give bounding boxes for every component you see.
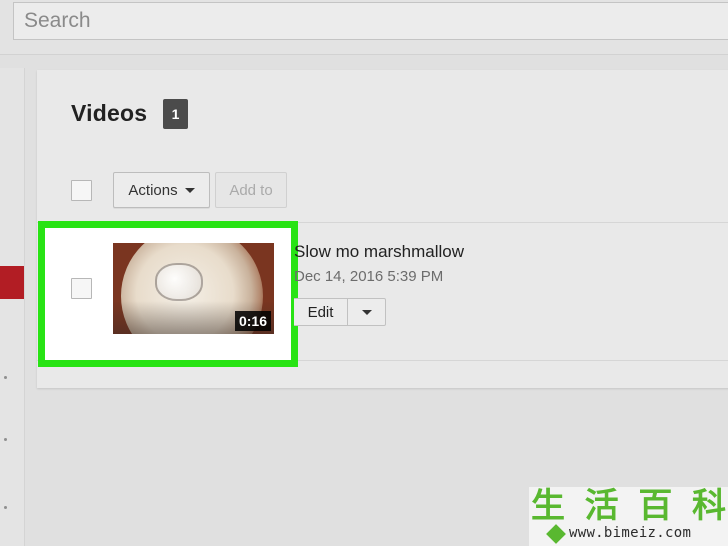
edit-label: Edit: [307, 303, 334, 321]
video-duration: 0:16: [234, 311, 271, 331]
edit-dropdown-button[interactable]: [348, 299, 385, 325]
edit-button[interactable]: Edit: [294, 299, 348, 325]
search-input[interactable]: [13, 2, 728, 40]
watermark-char: 活: [584, 486, 619, 526]
video-title[interactable]: Slow mo marshmallow: [294, 242, 464, 262]
edit-button-group: Edit: [294, 298, 386, 326]
caret-down-icon: [361, 309, 372, 315]
watermark-logo: 生 活 百 科: [531, 487, 726, 525]
watermark-char: 生: [531, 486, 565, 526]
sidebar: [0, 68, 25, 546]
video-checkbox[interactable]: [71, 278, 92, 299]
sidebar-item-marker[interactable]: [4, 506, 7, 509]
actions-label: Actions: [128, 181, 178, 199]
sidebar-item-active[interactable]: [0, 266, 24, 299]
sidebar-item-marker[interactable]: [4, 438, 7, 441]
watermark-diamond-icon: [546, 524, 566, 544]
thumbnail-detail: [155, 263, 203, 301]
watermark-char: 科: [691, 486, 726, 526]
actions-button[interactable]: Actions: [113, 172, 210, 208]
caret-down-icon: [184, 187, 195, 193]
page-title: Videos: [71, 100, 148, 126]
watermark-char: 百: [638, 486, 673, 526]
top-bar: [0, 0, 728, 55]
add-to-button[interactable]: Add to: [215, 172, 287, 208]
watermark: 生 活 百 科 www.bimeiz.com: [529, 487, 728, 546]
video-count-badge: 1: [163, 99, 188, 129]
video-date: Dec 14, 2016 5:39 PM: [294, 268, 444, 285]
video-thumbnail[interactable]: 0:16: [113, 243, 274, 334]
watermark-url: www.bimeiz.com: [569, 525, 692, 541]
add-to-label: Add to: [229, 181, 273, 199]
sidebar-item-marker[interactable]: [4, 376, 7, 379]
select-all-checkbox[interactable]: [71, 180, 92, 201]
